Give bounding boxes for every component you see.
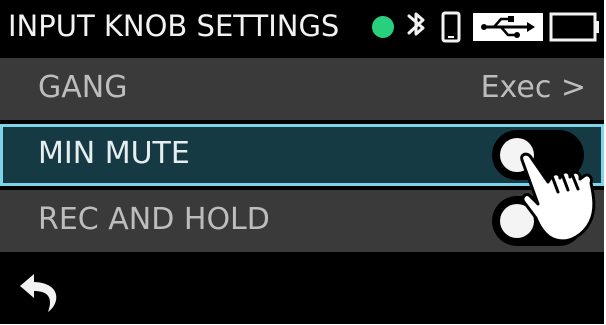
title-bar: INPUT KNOB SETTINGS — [0, 0, 604, 54]
device-screen: INPUT KNOB SETTINGS GANG Exec > MIN MUTE… — [0, 0, 604, 324]
phone-icon — [441, 11, 461, 43]
tap-hand-icon — [520, 152, 596, 243]
battery-icon — [549, 12, 599, 42]
footer-bar — [0, 257, 604, 324]
page-title: INPUT KNOB SETTINGS — [8, 9, 340, 43]
bluetooth-icon — [407, 12, 425, 36]
usb-icon — [473, 13, 543, 41]
menu-item-label: MIN MUTE — [38, 136, 190, 171]
back-arrow-icon[interactable] — [16, 270, 70, 316]
status-dot-green — [372, 16, 394, 38]
menu-item-value: Exec > — [480, 70, 586, 105]
status-icons — [372, 11, 599, 43]
menu-item-gang[interactable]: GANG Exec > — [0, 58, 604, 120]
menu-item-label: GANG — [38, 70, 128, 105]
menu-item-label: REC AND HOLD — [38, 202, 270, 237]
